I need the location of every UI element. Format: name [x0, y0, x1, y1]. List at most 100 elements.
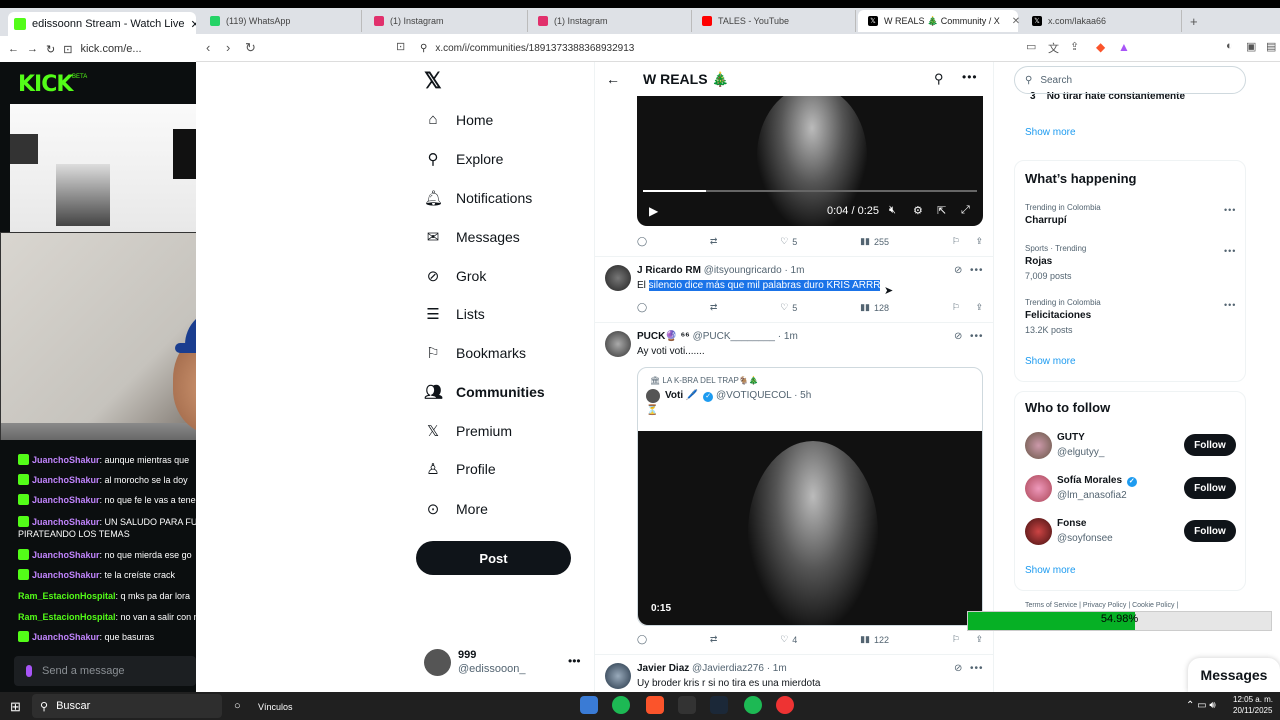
share-icon[interactable]: ⇪ [975, 302, 983, 313]
follow-button[interactable]: Follow [1184, 477, 1236, 499]
avatar[interactable] [605, 331, 631, 357]
share-icon[interactable]: ⇪ [1070, 40, 1079, 53]
nav-profile[interactable]: ♙ Profile [424, 460, 495, 478]
nav-grok[interactable]: ⊘ Grok [424, 267, 487, 285]
video-progress[interactable] [643, 190, 706, 192]
taskbar-search[interactable]: ⚲ Buscar [32, 694, 222, 718]
tweet-author[interactable]: PUCK🔮 ⁶⁶ @PUCK________ · 1m [637, 331, 798, 342]
wallet-icon[interactable]: ▤ [1266, 40, 1276, 53]
reply-icon[interactable]: ◯ [637, 634, 647, 645]
tab-x-community[interactable]: 𝕏W REALS 🎄 Community / X ✕ [858, 10, 1020, 32]
more-dots-icon[interactable]: ••• [1224, 300, 1236, 310]
search-icon[interactable]: ⚲ [934, 71, 944, 87]
tab-whatsapp[interactable]: (119) WhatsApp [200, 10, 362, 32]
nav-bookmarks[interactable]: ⚐ Bookmarks [424, 344, 526, 362]
nav-communities[interactable]: 👥︎ Communities [424, 383, 545, 401]
tab-instagram-1[interactable]: (1) Instagram [364, 10, 528, 32]
more-dots-icon[interactable]: ••• [1224, 205, 1236, 215]
tab-x-profile[interactable]: 𝕏x.com/lakaa66 [1022, 10, 1182, 32]
bookmark-icon[interactable]: ⊡ [63, 43, 72, 56]
x-logo-icon[interactable]: 𝕏 [424, 68, 442, 94]
forward-icon[interactable]: → [27, 43, 38, 55]
avatar[interactable] [605, 663, 631, 689]
rewards-icon[interactable]: ▲ [1118, 40, 1130, 54]
tab-youtube[interactable]: TALES - YouTube [692, 10, 856, 32]
reload-icon[interactable]: ↻ [46, 43, 55, 56]
mute-icon[interactable]: 🔇︎ [889, 204, 896, 217]
bookmark-icon[interactable]: ⚐ [952, 236, 960, 247]
footer-links[interactable]: Terms of Service | Privacy Policy | Cook… [1025, 602, 1178, 609]
obs-icon[interactable] [776, 696, 794, 714]
sidebar-icon[interactable]: ▣ [1246, 40, 1256, 53]
app-icon[interactable] [580, 696, 598, 714]
tweet-author[interactable]: Javier Diaz @Javierdiaz276 · 1m [637, 663, 787, 674]
popout-icon[interactable]: ⇱ [937, 204, 946, 217]
more-dots-icon[interactable]: ••• [1224, 246, 1236, 256]
clock-time[interactable]: 12:05 a. m. [1233, 695, 1273, 704]
extensions-icon[interactable]: ◐ [1226, 40, 1233, 52]
avatar[interactable] [605, 265, 631, 291]
tab-close-icon[interactable]: ✕ [1012, 16, 1020, 27]
like-button[interactable]: ♡ 5 [780, 236, 797, 247]
views-count[interactable]: ▮▮ 122 [860, 634, 889, 645]
avatar[interactable] [1025, 432, 1052, 459]
avatar[interactable] [646, 389, 660, 403]
kick-logo[interactable]: KICK [18, 72, 73, 97]
system-tray[interactable]: ⌃ ▭ 🔊︎ [1186, 700, 1216, 711]
retweet-icon[interactable]: ⇄ [710, 302, 718, 313]
reply-icon[interactable]: ◯ [637, 302, 647, 313]
tab-instagram-2[interactable]: (1) Instagram [528, 10, 692, 32]
cast-icon[interactable]: ▭ [1026, 40, 1036, 53]
trend-name[interactable]: Rojas [1025, 256, 1052, 267]
trend-name[interactable]: Charrupí [1025, 215, 1067, 226]
nav-more[interactable]: ⊙ More [424, 500, 488, 518]
follow-name[interactable]: Fonse [1057, 518, 1086, 529]
epic-games-icon[interactable] [678, 696, 696, 714]
quote-author[interactable]: Voti 🖊️ ✓ @VOTIQUECOL · 5h [665, 390, 811, 402]
brave-shield-icon[interactable]: ◆ [1096, 40, 1105, 54]
forward-icon[interactable]: › [226, 40, 230, 55]
views-count[interactable]: ▮▮ 128 [860, 302, 889, 313]
brave-icon[interactable] [646, 696, 664, 714]
fullscreen-icon[interactable]: ⤢ [961, 204, 970, 217]
show-more-link[interactable]: Show more [1025, 356, 1076, 367]
left-address-bar[interactable]: ← → ↻ ⊡ kick.com/e... [0, 36, 196, 62]
quote-community[interactable]: 🏛 LA K-BRA DEL TRAP🐐🎄 [650, 376, 759, 385]
avatar[interactable] [424, 649, 451, 676]
more-dots-icon[interactable]: ••• [970, 331, 984, 342]
grok-icon[interactable]: ⊘ [954, 265, 962, 276]
nav-lists[interactable]: ☰ Lists [424, 305, 485, 323]
url-field[interactable]: ⚲ x.com/i/communities/189137338836893291… [420, 39, 1020, 57]
trend-name[interactable]: Felicitaciones [1025, 310, 1091, 321]
views-count[interactable]: ▮▮ 255 [860, 236, 889, 247]
share-icon[interactable]: ⇪ [975, 236, 983, 247]
follow-name[interactable]: Sofía Morales ✓ [1057, 475, 1137, 487]
more-dots-icon[interactable]: ••• [568, 654, 581, 668]
play-icon[interactable]: ▶ [649, 204, 658, 218]
reload-icon[interactable]: ↻ [245, 40, 256, 56]
spotify-icon[interactable] [612, 696, 630, 714]
show-more-link[interactable]: Show more [1025, 127, 1076, 138]
windows-start-icon[interactable]: ⊞ [10, 699, 21, 715]
bookmark-icon[interactable]: ⚐ [952, 634, 960, 645]
back-icon[interactable]: ← [8, 43, 19, 55]
share-icon[interactable]: ⇪ [975, 634, 983, 645]
nav-explore[interactable]: ⚲ Explore [424, 150, 504, 168]
more-dots-icon[interactable]: ••• [962, 70, 978, 84]
taskbar-links[interactable]: Vínculos [258, 702, 293, 712]
more-dots-icon[interactable]: ••• [970, 663, 984, 674]
bookmark-icon[interactable]: ⊡ [396, 40, 405, 53]
settings-icon[interactable]: ⚙ [913, 204, 923, 217]
post-button[interactable]: Post [416, 541, 571, 575]
nav-messages[interactable]: ✉ Messages [424, 228, 520, 246]
avatar[interactable] [1025, 475, 1052, 502]
translate-icon[interactable]: 文 [1048, 40, 1059, 56]
back-icon[interactable]: ‹ [206, 40, 210, 55]
show-more-link[interactable]: Show more [1025, 565, 1076, 576]
mic-icon[interactable] [26, 665, 32, 677]
like-button[interactable]: ♡ 4 [780, 634, 797, 645]
chat-input[interactable]: Send a message [14, 656, 196, 686]
messages-drawer[interactable]: Messages [1188, 658, 1280, 692]
avatar[interactable] [1025, 518, 1052, 545]
follow-button[interactable]: Follow [1184, 434, 1236, 456]
